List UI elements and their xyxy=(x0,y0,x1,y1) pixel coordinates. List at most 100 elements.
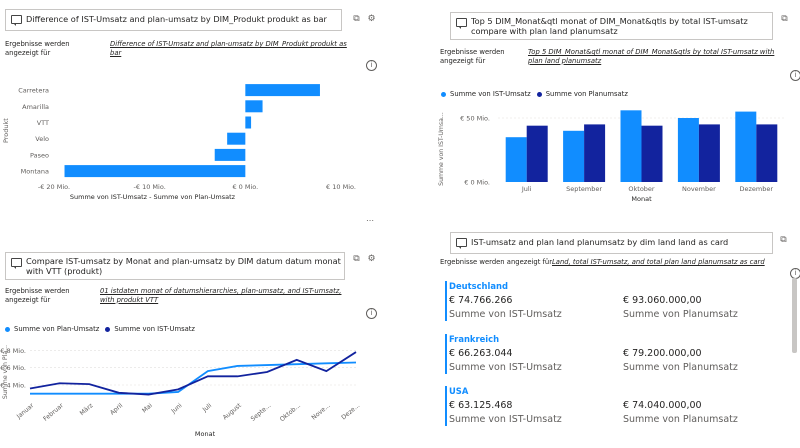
x-tick-label: Juni xyxy=(169,402,183,416)
x-tick-label: Mai xyxy=(141,402,154,415)
y-tick-label: € 50 Mio. xyxy=(460,115,490,123)
card-plan-label: Summe von Planumsatz xyxy=(623,362,738,373)
card-usa[interactable]: USA € 63.125.468 Summe von IST-Umsatz € … xyxy=(445,386,790,436)
bar xyxy=(245,116,252,129)
x-axis-title: Monat xyxy=(631,195,652,203)
x-tick-label: Deze... xyxy=(340,402,361,421)
x-tick-label: Dezember xyxy=(740,185,774,193)
more-options-icon[interactable]: ⋯ xyxy=(366,216,374,225)
question-icon xyxy=(11,258,22,269)
y-tick-label: Carretera xyxy=(18,87,49,95)
column-bar xyxy=(563,130,585,182)
legend-dot-plan xyxy=(536,91,542,97)
card-country: Deutschland xyxy=(449,281,508,291)
settings-icon[interactable]: ⚙ xyxy=(367,15,376,24)
y-axis-title: Produkt xyxy=(2,118,10,143)
legend-label-plan: Summe von Planumsatz xyxy=(545,90,628,98)
x-tick-label: Juli xyxy=(521,185,532,193)
bar xyxy=(245,84,320,97)
results-value[interactable]: Land, total IST-umsatz, and total plan l… xyxy=(552,258,787,267)
legend-dot-ist xyxy=(441,91,446,97)
info-icon[interactable]: i xyxy=(790,70,800,81)
card-plan-value: € 74.040.000,00 xyxy=(623,400,702,411)
column-bar xyxy=(505,137,527,182)
card-ist-label: Summe von IST-Umsatz xyxy=(449,414,562,425)
card-frankreich[interactable]: Frankreich € 66.263.044 Summe von IST-Um… xyxy=(445,334,790,384)
x-tick-label: August xyxy=(222,402,244,422)
card-plan-value: € 93.060.000,00 xyxy=(623,295,702,306)
info-icon[interactable]: i xyxy=(366,60,377,71)
x-tick-label: Septe... xyxy=(250,402,273,423)
results-label: Ergebnisse werden angezeigt für xyxy=(5,287,70,304)
column-bar xyxy=(620,110,642,182)
legend-dot-ist xyxy=(105,326,111,332)
card-ist-label: Summe von IST-Umsatz xyxy=(449,362,562,373)
qa-question-text: Compare IST-umsatz by Monat and plan-ums… xyxy=(26,256,341,276)
column-bar xyxy=(735,111,757,182)
qa-input[interactable]: IST-umsatz and plan land planumsatz by d… xyxy=(450,232,773,254)
cards-scrollbar[interactable] xyxy=(792,278,797,353)
qa-input[interactable]: Difference of IST-Umsatz and plan-umsatz… xyxy=(5,9,342,31)
column-bar xyxy=(677,118,699,182)
bar-chart-produkt: Produkt Carretera Amarilla VTT Velo Paseo Mont… xyxy=(2,84,356,201)
turn-into-visual-icon[interactable]: ⧉ xyxy=(779,236,788,245)
series-line xyxy=(30,361,357,395)
info-icon[interactable]: i xyxy=(366,308,377,319)
x-tick-label: April xyxy=(109,402,125,417)
results-value[interactable]: 01 istdaten monat of datumshierarchies, … xyxy=(100,287,345,304)
column-bar xyxy=(526,125,548,182)
results-value[interactable]: Top 5 DIM_Monat&qtl monat of DIM_Monat&q… xyxy=(528,48,778,65)
y-axis-title: Summe von Pla... xyxy=(2,345,9,399)
x-tick-label: -€ 10 Mio. xyxy=(134,183,166,191)
card-ist-label: Summe von IST-Umsatz xyxy=(449,309,562,320)
x-tick-label: Oktober xyxy=(628,185,655,193)
question-icon xyxy=(11,15,22,26)
x-tick-label: November xyxy=(682,185,716,193)
legend-dot-plan xyxy=(5,326,10,332)
x-tick-label: März xyxy=(79,402,95,417)
x-tick-label: € 0 Mio. xyxy=(232,183,258,191)
results-label: Ergebnisse werden angezeigt für xyxy=(440,258,553,266)
x-tick-label: € 10 Mio. xyxy=(326,183,356,191)
card-accent xyxy=(445,386,447,426)
card-accent xyxy=(445,281,447,321)
qa-question-text: Top 5 DIM_Monat&qtl monat of DIM_Monat&q… xyxy=(471,16,748,36)
bar xyxy=(64,165,246,178)
x-tick-label: Oktob... xyxy=(279,402,302,423)
results-label: Ergebnisse werden angezeigt für xyxy=(5,40,70,57)
legend-label-plan: Summe von Plan-Umsatz xyxy=(14,325,100,333)
column-bar xyxy=(584,124,606,182)
turn-into-visual-icon[interactable]: ⧉ xyxy=(780,15,789,24)
x-tick-label: Juli xyxy=(201,402,214,414)
bar xyxy=(227,132,246,145)
column-bar xyxy=(641,125,663,182)
x-tick-label: -€ 20 Mio. xyxy=(38,183,70,191)
settings-icon[interactable]: ⚙ xyxy=(367,255,376,264)
card-ist-value: € 63.125.468 xyxy=(449,400,513,411)
card-ist-value: € 66.263.044 xyxy=(449,348,513,359)
results-value[interactable]: Difference of IST-Umsatz and plan-umsatz… xyxy=(110,40,350,57)
question-icon xyxy=(456,18,467,29)
x-axis-title: Monat xyxy=(195,430,216,438)
x-axis-title: Summe von IST-Umsatz - Summe von Plan-Um… xyxy=(70,193,236,201)
qa-input[interactable]: Compare IST-umsatz by Monat and plan-ums… xyxy=(5,252,345,280)
column-bar xyxy=(698,124,720,182)
y-axis-title: Summe von IST-Umsa... xyxy=(438,112,445,186)
y-tick-label: VTT xyxy=(37,119,49,127)
x-tick-label: September xyxy=(566,185,602,193)
clustered-column-chart-monat: € 50 Mio. € 0 Mio. Summe von IST-Umsa... Ju… xyxy=(438,110,785,203)
x-tick-label: Nove... xyxy=(310,402,331,421)
bar xyxy=(245,100,263,113)
y-tick-label: Amarilla xyxy=(22,103,49,111)
question-icon xyxy=(456,238,467,249)
card-country: USA xyxy=(449,386,469,396)
y-tick-label: Montana xyxy=(21,168,49,176)
qa-input[interactable]: Top 5 DIM_Monat&qtl monat of DIM_Monat&q… xyxy=(450,12,773,40)
turn-into-visual-icon[interactable]: ⧉ xyxy=(352,255,361,264)
card-plan-value: € 79.200.000,00 xyxy=(623,348,702,359)
column-bar xyxy=(756,124,778,182)
card-country: Frankreich xyxy=(449,334,500,344)
turn-into-visual-icon[interactable]: ⧉ xyxy=(352,15,361,24)
card-deutschland[interactable]: Deutschland € 74.766.266 Summe von IST-U… xyxy=(445,281,790,331)
legend-label-ist: Summe von IST-Umsatz xyxy=(450,90,531,98)
